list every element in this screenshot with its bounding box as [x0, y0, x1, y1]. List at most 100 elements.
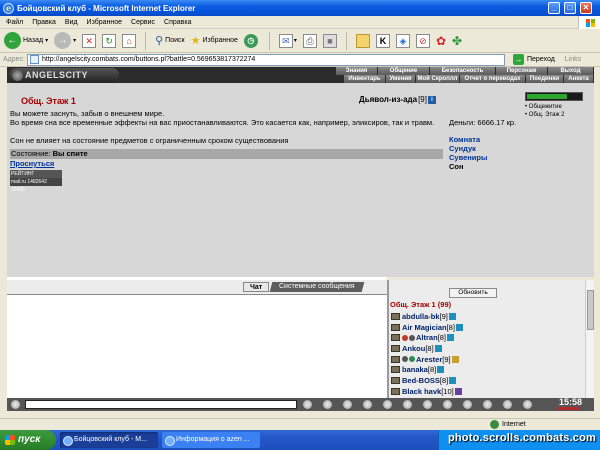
edit-button[interactable]: ■ — [322, 33, 337, 48]
info-icon[interactable]: i — [427, 95, 436, 104]
messenger-button[interactable]: ◈ — [395, 33, 410, 48]
menu-file[interactable]: Файл — [6, 19, 23, 26]
menu-edit[interactable]: Правка — [32, 19, 56, 26]
player-row[interactable]: Black havk [10] — [391, 386, 586, 397]
player-row[interactable]: banaka [8] — [391, 364, 586, 375]
clover-button[interactable]: ✤ — [452, 34, 462, 48]
send-icon[interactable] — [303, 400, 312, 409]
link-chest[interactable]: Сундук — [449, 144, 487, 153]
walk-icon[interactable] — [383, 400, 392, 409]
back-dropdown-icon[interactable]: ▾ — [45, 37, 48, 44]
menu-tools[interactable]: Сервис — [131, 19, 155, 26]
taskbar-item-fightclub[interactable]: Бойцовский клуб - M... — [60, 432, 158, 448]
mail-dropdown-icon[interactable]: ▾ — [294, 37, 297, 44]
link-sleep[interactable]: Сон — [449, 162, 487, 171]
link-floor-2[interactable]: • Общ. Этаж 2 — [525, 111, 593, 119]
player-row[interactable]: Ankou [8] — [391, 343, 586, 354]
nav-battles[interactable]: Поединки — [525, 75, 563, 83]
k-plugin-button[interactable]: K — [375, 33, 390, 48]
address-input[interactable]: http://angelscity.combats.com/buttons.pl… — [26, 53, 505, 66]
history-button[interactable]: ◷ — [243, 33, 260, 48]
print-button[interactable]: ⎙ — [302, 33, 317, 48]
bag-icon[interactable] — [483, 400, 492, 409]
link-dormitory[interactable]: • Общежитие — [525, 103, 593, 111]
filter-icon[interactable] — [343, 400, 352, 409]
tab-chat[interactable]: Чат — [243, 282, 270, 292]
mailru-counter[interactable]: mail.ru 1482642 32495 — [10, 178, 62, 193]
player-info-icon[interactable] — [449, 376, 457, 384]
maximize-button[interactable]: □ — [564, 2, 576, 14]
stop-button[interactable]: ✕ — [82, 33, 97, 48]
refresh-button[interactable]: ↻ — [102, 33, 117, 48]
player-info-icon[interactable] — [454, 387, 462, 395]
game-main-panel: Общ. Этаж 1 Дьявол-из-ада [9] i Вы может… — [7, 83, 594, 277]
player-name: Air Magician — [402, 322, 447, 332]
player-info-icon[interactable] — [447, 334, 455, 342]
scrollbar-thumb[interactable] — [587, 290, 594, 330]
player-row[interactable]: Arester [9] — [391, 354, 586, 365]
home-button[interactable]: ⌂ — [122, 33, 137, 48]
nav-transfer-report[interactable]: Отчет о переводах — [459, 75, 525, 83]
forward-button[interactable]: → ▾ — [54, 32, 76, 49]
chat-pane: Чат Системные сообщения — [7, 277, 387, 398]
nav-profile[interactable]: Анкета — [563, 75, 593, 83]
chat-input[interactable] — [25, 400, 297, 409]
start-button[interactable]: пуск — [0, 430, 56, 450]
players-scrollbar[interactable] — [585, 280, 594, 398]
forward-dropdown-icon[interactable]: ▾ — [73, 37, 76, 44]
block-button[interactable]: ⊘ — [415, 33, 430, 48]
menu-help[interactable]: Справка — [164, 19, 191, 26]
clear-icon[interactable] — [323, 400, 332, 409]
go-button[interactable]: → Переход — [512, 54, 555, 65]
mail-button[interactable]: ✉ ▾ — [278, 33, 297, 48]
folder-button[interactable] — [355, 33, 370, 48]
fight-icon[interactable] — [363, 400, 372, 409]
minimize-button[interactable]: _ — [548, 2, 560, 14]
chat-menu-icon[interactable] — [11, 400, 20, 409]
toolbar-divider — [145, 31, 147, 50]
tab-system-messages[interactable]: Системные сообщения — [269, 282, 365, 292]
enemy-info[interactable]: Дьявол-из-ада [9] i — [359, 95, 436, 104]
nav-communication[interactable]: Общение — [377, 67, 429, 75]
refresh-players-button[interactable]: Обновить — [449, 288, 497, 298]
sound-icon[interactable] — [463, 400, 472, 409]
search-button[interactable]: ⚲ Поиск — [155, 34, 184, 47]
chat-messages-area[interactable] — [7, 294, 387, 398]
links-button[interactable]: Links — [565, 56, 581, 63]
nav-my-scroll[interactable]: Мой Скроллл — [415, 75, 459, 83]
player-info-icon[interactable] — [455, 323, 463, 331]
player-level: [8] — [427, 365, 437, 375]
player-row[interactable]: Air Magician [8] — [391, 322, 586, 333]
rating-counter[interactable]: РЕЙТИНГ 1945763437 — [10, 170, 62, 185]
player-info-icon[interactable] — [451, 355, 459, 363]
nav-skills[interactable]: Умения — [385, 75, 415, 83]
flower-button[interactable]: ✿ — [436, 34, 446, 48]
player-info-icon[interactable] — [437, 366, 445, 374]
player-row[interactable]: abdulla-bk [9] — [391, 311, 586, 322]
link-room[interactable]: Комната — [449, 135, 487, 144]
close-button[interactable]: ✕ — [580, 2, 592, 14]
nav-knowledge[interactable]: Знания — [335, 67, 377, 75]
link-souvenirs[interactable]: Сувениры — [449, 153, 487, 162]
taskbar-item-info[interactable]: Информация о azen ... — [162, 432, 260, 448]
nav-character[interactable]: Персонаж — [495, 67, 547, 75]
favorites-button[interactable]: ★ Избранное — [191, 34, 238, 47]
nav-exit[interactable]: Выход — [547, 67, 593, 75]
player-row[interactable]: Bed-BOSS [8] — [391, 375, 586, 386]
nav-inventory[interactable]: Инвентарь — [343, 75, 385, 83]
player-info-icon[interactable] — [434, 344, 442, 352]
menu-view[interactable]: Вид — [65, 19, 78, 26]
player-info-icon[interactable] — [448, 312, 456, 320]
menu-favorites[interactable]: Избранное — [87, 19, 122, 26]
back-button[interactable]: ← Назад ▾ — [4, 32, 48, 49]
player-row[interactable]: Altran [8] — [391, 332, 586, 343]
wake-up-link[interactable]: Проснуться — [10, 159, 54, 168]
window-titlebar[interactable]: e Бойцовский клуб - Microsoft Internet E… — [0, 0, 600, 16]
map-icon[interactable] — [403, 400, 412, 409]
smile-icon[interactable] — [423, 400, 432, 409]
security-zone: Internet — [490, 420, 526, 429]
scroll-icon[interactable] — [503, 400, 512, 409]
settings-icon[interactable] — [443, 400, 452, 409]
bottle-icon[interactable] — [523, 400, 532, 409]
nav-security[interactable]: Безопасность — [429, 67, 495, 75]
